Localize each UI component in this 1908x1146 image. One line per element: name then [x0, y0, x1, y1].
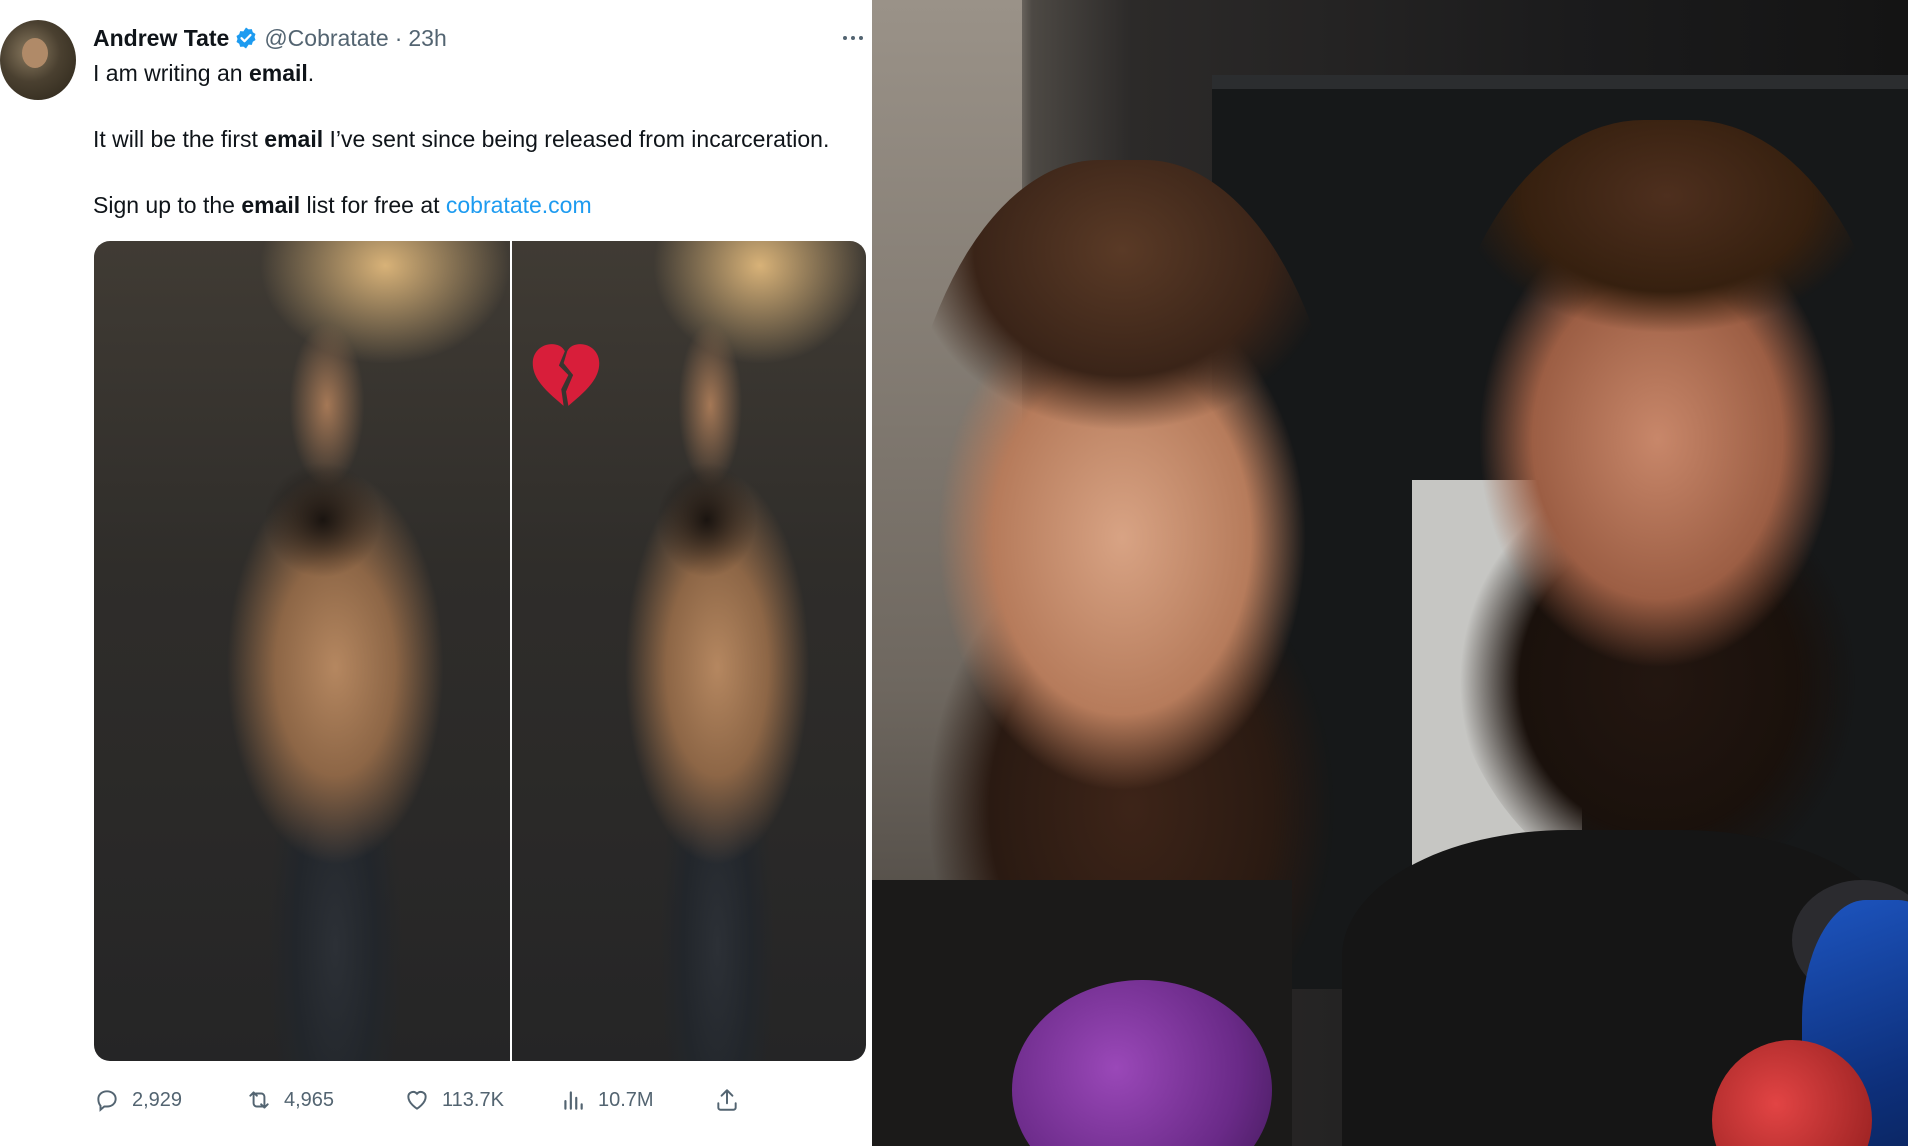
share-icon [717, 1089, 737, 1111]
tweet-panel: Andrew Tate @Cobratate · 23h I am writin… [0, 0, 868, 1146]
handle[interactable]: @Cobratate [264, 25, 388, 52]
share-button[interactable] [714, 1082, 740, 1118]
views-count: 10.7M [598, 1088, 654, 1111]
text-fragment: . [307, 60, 315, 86]
tweet-media[interactable] [94, 241, 866, 1061]
text-fragment: I’ve sent since being released from inca… [323, 126, 830, 152]
tweet-line-1: I am writing an email. [93, 60, 314, 87]
timestamp[interactable]: 23h [408, 25, 446, 52]
reply-count: 2,929 [132, 1088, 183, 1111]
verified-badge-icon [234, 26, 258, 50]
bold-word: email [248, 60, 308, 86]
tweet-actions: 2,929 4,965 113.7K 10.7M [94, 1082, 774, 1118]
reply-icon [97, 1090, 117, 1112]
separator-dot: · [394, 24, 403, 51]
like-icon [407, 1090, 427, 1110]
views-icon [564, 1091, 583, 1110]
text-fragment: list for free at [300, 192, 446, 218]
tweet-line-3: Sign up to the email list for free at co… [93, 192, 592, 219]
views-button[interactable]: 10.7M [560, 1082, 654, 1118]
like-button[interactable]: 113.7K [404, 1082, 504, 1118]
news-photo [872, 0, 1908, 1146]
avatar[interactable] [0, 20, 76, 100]
retweet-icon [249, 1091, 269, 1109]
photo-person-right [1432, 120, 1902, 880]
text-fragment: It will be the first [93, 126, 265, 152]
website-link[interactable]: cobratate.com [446, 192, 592, 218]
media-photo-left[interactable] [94, 241, 510, 1061]
more-icon[interactable] [838, 28, 868, 48]
text-fragment: Sign up to the [93, 192, 242, 218]
bold-word: email [241, 192, 301, 218]
tweet-line-2: It will be the first email I’ve sent sin… [93, 126, 829, 153]
like-count: 113.7K [442, 1088, 504, 1111]
bold-word: email [264, 126, 324, 152]
tweet-header: Andrew Tate @Cobratate · 23h [93, 24, 447, 52]
retweet-count: 4,965 [284, 1088, 335, 1111]
display-name[interactable]: Andrew Tate [93, 25, 229, 52]
reply-button[interactable]: 2,929 [94, 1082, 182, 1118]
retweet-button[interactable]: 4,965 [246, 1082, 334, 1118]
broken-heart-icon [532, 344, 600, 406]
text-fragment: I am writing an [93, 60, 249, 86]
